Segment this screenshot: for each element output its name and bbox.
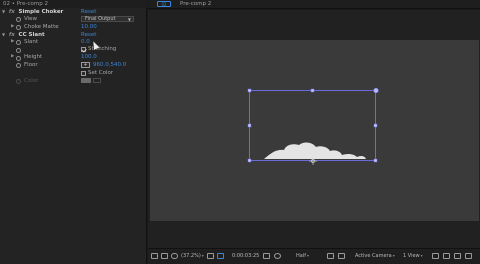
- view-dropdown-value: Final Output: [85, 16, 116, 22]
- transparency-icon[interactable]: [338, 253, 345, 259]
- view-dropdown[interactable]: Final Output ▼: [81, 16, 134, 22]
- effect-controls-panel: 02 • Pre-comp 2 ▼ fx Simple Choker Reset…: [0, 0, 147, 264]
- anchor-point-icon[interactable]: [309, 158, 317, 165]
- expand-triangle-icon[interactable]: ▶: [11, 23, 14, 31]
- transform-handle[interactable]: [373, 123, 378, 128]
- slant-label: Slant: [24, 39, 39, 45]
- current-time-display[interactable]: 0:00:03:25: [232, 248, 259, 264]
- color-swatch: [81, 78, 91, 83]
- transform-handle[interactable]: [247, 88, 252, 93]
- height-value[interactable]: 100.0: [81, 53, 97, 61]
- collapse-triangle-icon[interactable]: ▼: [2, 32, 5, 37]
- crosshair-icon[interactable]: +: [81, 62, 90, 68]
- effect-controls-header: 02 • Pre-comp 2: [0, 0, 147, 8]
- chevron-down-icon: ▾: [306, 253, 309, 258]
- camera-icon[interactable]: [263, 253, 270, 259]
- resolution-value: Half: [296, 253, 306, 259]
- stopwatch-icon: [16, 79, 21, 84]
- fx-badge[interactable]: fx: [9, 9, 15, 15]
- stopwatch-icon[interactable]: [16, 63, 21, 68]
- region-of-interest-icon[interactable]: [327, 253, 334, 259]
- monitor-icon[interactable]: [161, 253, 168, 259]
- composition-tab[interactable]: Pre-comp 2: [180, 0, 211, 8]
- chevron-down-icon: ▾: [420, 253, 423, 258]
- color-label: Color: [24, 78, 39, 84]
- stretching-checkbox[interactable]: [81, 47, 86, 52]
- composition-lock-tab[interactable]: 02: [157, 1, 171, 7]
- transparency-grid-icon[interactable]: [217, 253, 224, 259]
- choke-matte-value[interactable]: 10.00: [81, 23, 97, 31]
- reset-exposure-icon[interactable]: [432, 253, 439, 259]
- camera-dropdown[interactable]: Active Camera▾: [355, 248, 395, 264]
- mask-visibility-icon[interactable]: [171, 253, 178, 259]
- choke-matte-label: Choke Matte: [24, 24, 59, 30]
- floor-label: Floor: [24, 62, 38, 68]
- always-preview-icon[interactable]: [151, 253, 158, 259]
- expand-triangle-icon[interactable]: ▶: [11, 38, 14, 46]
- snapshot-icon[interactable]: [443, 253, 450, 259]
- zoom-value: (37.2%): [181, 253, 201, 259]
- set-color-label: Set Color: [88, 70, 114, 76]
- stopwatch-icon[interactable]: [16, 56, 21, 61]
- stopwatch-icon[interactable]: [16, 40, 21, 45]
- cloud-shape: [264, 142, 366, 159]
- chevron-down-icon: ▾: [392, 253, 395, 258]
- expand-triangle-icon[interactable]: ▶: [11, 53, 14, 61]
- transform-handle[interactable]: [247, 158, 252, 163]
- zoom-dropdown[interactable]: (37.2%)▾: [181, 248, 204, 264]
- view-layout-dropdown[interactable]: 1 View▾: [403, 248, 423, 264]
- set-color-checkbox[interactable]: [81, 71, 86, 76]
- floor-value[interactable]: 960.0,540.0: [93, 61, 126, 69]
- transform-handle[interactable]: [310, 88, 315, 93]
- simple-choker-reset-button[interactable]: Reset: [81, 8, 96, 16]
- height-label: Height: [24, 54, 43, 60]
- transform-handle[interactable]: [373, 87, 379, 94]
- transform-handle[interactable]: [247, 123, 252, 128]
- transform-handle[interactable]: [373, 158, 378, 163]
- chevron-down-icon: ▼: [127, 17, 131, 22]
- color-channel-icon[interactable]: [274, 253, 281, 259]
- draft-3d-icon[interactable]: [454, 253, 461, 259]
- eyedropper-icon: [93, 78, 101, 83]
- view-layout-value: 1 View: [403, 253, 420, 259]
- stopwatch-icon[interactable]: [16, 48, 21, 53]
- grid-icon[interactable]: [207, 253, 214, 259]
- collapse-triangle-icon[interactable]: ▼: [2, 9, 5, 14]
- view-label: View: [24, 16, 38, 22]
- stopwatch-icon[interactable]: [16, 25, 21, 30]
- fast-previews-icon[interactable]: [465, 253, 472, 259]
- resolution-dropdown[interactable]: Half▾: [296, 248, 309, 264]
- chevron-down-icon: ▾: [201, 253, 204, 258]
- layer-preview[interactable]: [244, 86, 384, 166]
- stopwatch-icon[interactable]: [16, 17, 21, 22]
- camera-value: Active Camera: [355, 253, 392, 259]
